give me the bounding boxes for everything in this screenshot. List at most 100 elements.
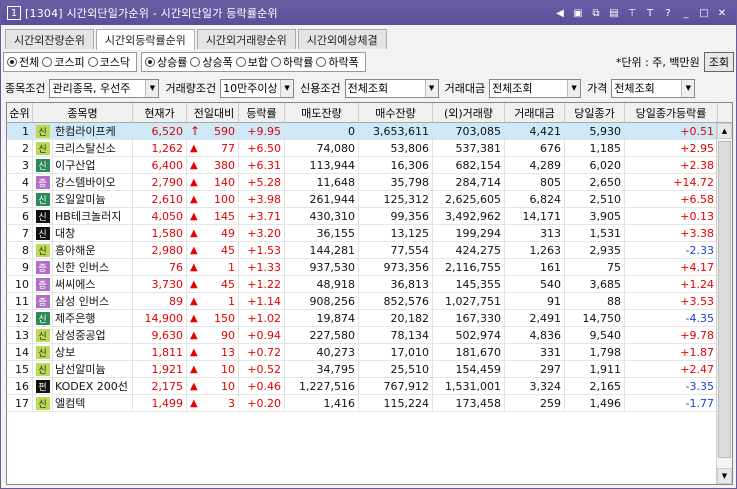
help-icon[interactable]: ? [660,5,676,21]
table-row[interactable]: 8 신 흥아해운 2,980 ▲ 45 +1.53 144,281 77,554 424,275 1… [7,242,732,259]
badge-cell: 신 [33,208,53,224]
amount-cond-select[interactable]: 전체조회 ▼ [489,78,582,98]
badge-cell: 신 [33,123,53,139]
scroll-down-icon[interactable]: ▼ [717,468,732,484]
radio-market-all[interactable]: 전체 [7,54,39,70]
table-row[interactable]: 4 증 강스템바이오 2,790 ▲ 140 +5.28 11,648 35,798 284,71… [7,174,732,191]
col-header-sell-remain[interactable]: 매도잔량 [285,103,359,122]
chevron-down-icon: ▼ [145,79,159,97]
table-row[interactable]: 5 신 조일알미늄 2,610 ▲ 100 +3.98 261,944 125,312 2,625… [7,191,732,208]
change-value: 77 [221,141,235,155]
radio-fall-amount[interactable]: 하락폭 [316,54,359,70]
tab-overtime-remain[interactable]: 시간외잔량순위 [5,29,94,49]
scroll-thumb[interactable] [718,141,731,458]
change-cell: ▲ 10 [187,361,239,377]
name-cell: 크리스탈신소 [53,140,133,156]
radio-dot-icon [190,57,201,67]
col-header-change[interactable]: 전일대비 [187,103,239,122]
table-row[interactable]: 13 신 삼성중공업 9,630 ▲ 90 +0.94 227,580 78,134 502,97… [7,327,732,344]
minimize-icon[interactable]: _ [678,5,694,21]
radio-flat[interactable]: 보합 [235,54,268,70]
radio-market-kosdaq[interactable]: 코스닥 [87,54,130,70]
table-row[interactable]: 17 신 엘컴텍 1,499 ▲ 3 +0.20 1,416 115,224 173,458 259… [7,395,732,412]
col-header-amount[interactable]: 거래대금 [505,103,565,122]
table-row[interactable]: 14 신 상보 1,811 ▲ 13 +0.72 40,273 17,010 181,670 331… [7,344,732,361]
maximize-icon[interactable]: □ [696,5,712,21]
stock-status-badge: 신 [35,226,50,240]
stock-cond-label: 종목조건 [5,82,46,95]
pct-cell: +6.31 [239,157,285,173]
change-value: 45 [221,243,235,257]
pct-cell: +1.22 [239,276,285,292]
pct-cell: +1.53 [239,242,285,258]
col-header-eod-pct[interactable]: 당일종가등락률 [625,103,718,122]
font-icon[interactable]: T [642,5,658,21]
table-row[interactable]: 16 펀 KODEX 200선 2,175 ▲ 10 +0.46 1,227,516 767,9… [7,378,732,395]
tab-overtime-volume[interactable]: 시간외거래량순위 [196,29,296,49]
change-value: 10 [221,362,235,376]
radio-rise-rate[interactable]: 상승률 [145,54,187,70]
badge-cell: 신 [33,242,53,258]
radio-rise-amount[interactable]: 상승폭 [190,54,233,70]
radio-dot-icon [42,57,53,67]
col-header-pct[interactable]: 등락률 [239,103,285,122]
table-row[interactable]: 2 신 크리스탈신소 1,262 ▲ 77 +6.50 74,080 53,806 537,381… [7,140,732,157]
chevron-left-icon[interactable]: ◀ [552,5,568,21]
col-header-volume[interactable]: (외)거래량 [433,103,505,122]
pct-cell: +1.33 [239,259,285,275]
price-cell: 76 [133,259,187,275]
credit-cond-select[interactable]: 전체조회 ▼ [344,78,439,98]
badge-cell: 신 [33,140,53,156]
up-triangle-icon: ▲ [190,329,198,341]
table-row[interactable]: 11 증 삼성 인버스 89 ▲ 1 +1.14 908,256 852,576 1,027,75… [7,293,732,310]
radio-dot-icon [316,57,327,67]
change-value: 590 [214,124,235,138]
table-row[interactable]: 3 신 이구산업 6,400 ▲ 380 +6.31 113,944 16,306 682,154… [7,157,732,174]
table-row[interactable]: 15 신 남선알미늄 1,921 ▲ 10 +0.52 34,795 25,510 154,459… [7,361,732,378]
eod-price-cell: 75 [565,259,625,275]
pin-icon[interactable]: ⊤ [624,5,640,21]
stock-cond-select[interactable]: 관리종목, 우선주 ▼ [49,78,160,98]
price-cell: 2,980 [133,242,187,258]
title-bar-icons: ◀ ▣ ⧉ ▤ ⊤ T ? _ □ ✕ [552,5,730,21]
col-header-price[interactable]: 현재가 [133,103,187,122]
scroll-up-icon[interactable]: ▲ [717,123,732,139]
query-button[interactable]: 조회 [703,52,734,72]
table-row[interactable]: 10 증 써씨에스 3,730 ▲ 45 +1.22 48,918 36,813 145,355 5… [7,276,732,293]
vertical-scrollbar[interactable]: ▲ ▼ [716,123,732,484]
tab-overtime-expected[interactable]: 시간외예상체결 [297,29,387,49]
name-cell: 흥아해운 [53,242,133,258]
tab-overtime-rate[interactable]: 시간외등락률순위 [95,29,195,50]
price-cell: 4,050 [133,208,187,224]
radio-market-kospi[interactable]: 코스피 [42,54,85,70]
window-icon[interactable]: ▤ [606,5,622,21]
table-row[interactable]: 7 신 대창 1,580 ▲ 49 +3.20 36,155 13,125 199,294 313 1… [7,225,732,242]
table-row[interactable]: 6 신 HB테크놀러지 4,050 ▲ 145 +3.71 430,310 99,356 3,49… [7,208,732,225]
close-icon[interactable]: ✕ [714,5,730,21]
badge-cell: 신 [33,395,53,411]
rank-cell: 15 [7,361,33,377]
stock-status-badge: 신 [35,396,50,410]
menu-icon[interactable]: ▣ [570,5,586,21]
price-cond-select[interactable]: 전체조회 ▼ [611,78,696,98]
badge-cell: 증 [33,276,53,292]
volume-cond-select[interactable]: 10만주이상 ▼ [220,78,295,98]
col-header-rank[interactable]: 순위 [7,103,33,122]
col-header-name[interactable]: 종목명 [33,103,133,122]
up-triangle-icon: ▲ [190,380,198,392]
col-header-buy-remain[interactable]: 매수잔량 [359,103,433,122]
table-row[interactable]: 12 신 제주은행 14,900 ▲ 150 +1.02 19,874 20,182 167,33… [7,310,732,327]
volume-cell: 537,381 [433,140,505,156]
up-triangle-icon: ▲ [190,312,198,324]
rank-cell: 1 [7,123,33,139]
rank-cell: 16 [7,378,33,394]
table-row[interactable]: 1 신 한컴라이프케 6,520 ↑ 590 +9.95 0 3,653,611 703,085 4… [7,123,732,140]
radio-fall-rate[interactable]: 하락률 [271,54,313,70]
up-triangle-icon: ▲ [190,397,198,409]
link-icon[interactable]: ⧉ [588,5,604,21]
change-value: 49 [221,226,235,240]
col-header-eod-price[interactable]: 당일종가 [565,103,625,122]
title-bar[interactable]: 1 [1304] 시간외단일가순위 - 시간외단일가 등락률순위 ◀ ▣ ⧉ ▤… [1,1,736,25]
amount-cell: 1,263 [505,242,565,258]
table-row[interactable]: 9 증 신한 인버스 76 ▲ 1 +1.33 937,530 973,356 2,116,755… [7,259,732,276]
